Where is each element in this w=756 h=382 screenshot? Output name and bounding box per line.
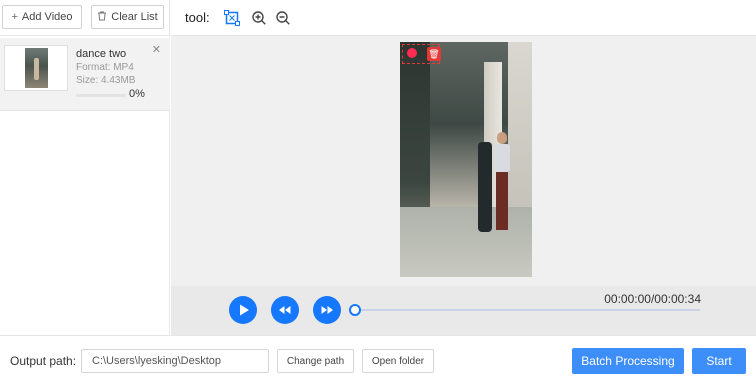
video-scene-person-back	[478, 142, 492, 232]
seek-bar[interactable]	[353, 309, 700, 311]
file-list-item[interactable]: dance two Format: MP4 Size: 4.43MB ✕ 0%	[0, 38, 170, 111]
seek-handle[interactable]	[349, 304, 361, 316]
person-shirt	[494, 144, 510, 172]
open-folder-button[interactable]: Open folder	[362, 349, 434, 373]
thumbnail-image	[25, 48, 48, 88]
clear-list-label: Clear List	[111, 11, 158, 23]
start-button[interactable]: Start	[692, 348, 746, 374]
file-progress-bar	[76, 94, 126, 97]
file-progress-text: 0%	[129, 88, 145, 100]
rewind-button[interactable]	[271, 296, 299, 324]
video-scene-floor	[400, 207, 532, 277]
rewind-icon	[279, 306, 291, 314]
fast-forward-icon	[321, 306, 333, 314]
tool-label: tool:	[185, 10, 210, 25]
play-button[interactable]	[229, 296, 257, 324]
clear-list-button[interactable]: Clear List	[91, 5, 164, 29]
watermark-selection-box[interactable]: 🗑	[402, 44, 441, 64]
output-bar: Output path: Change path Open folder Bat…	[0, 335, 756, 382]
delete-selection-icon[interactable]: 🗑	[427, 47, 441, 61]
output-path-input[interactable]	[81, 349, 269, 373]
fast-forward-button[interactable]	[313, 296, 341, 324]
tiktok-logo-icon	[407, 48, 417, 58]
person-legs	[496, 172, 508, 230]
output-path-label: Output path:	[10, 354, 77, 368]
video-frame[interactable]: 🗑	[400, 42, 532, 277]
player-controls: 00:00:00/00:00:34	[171, 286, 756, 335]
add-video-button[interactable]: + Add Video	[2, 5, 82, 29]
file-list-toolbar: + Add Video Clear List	[0, 0, 170, 36]
zoom-in-icon[interactable]	[251, 10, 267, 26]
tool-bar: tool:	[171, 0, 756, 36]
select-region-icon[interactable]	[224, 10, 240, 26]
person-head	[497, 132, 507, 144]
plus-icon: +	[11, 10, 18, 23]
batch-processing-button[interactable]: Batch Processing	[572, 348, 684, 374]
playback-time: 00:00:00/00:00:34	[604, 292, 701, 306]
file-name: dance two	[76, 48, 127, 60]
trash-icon	[97, 11, 107, 24]
video-thumbnail	[4, 45, 68, 91]
file-size: Size: 4.43MB	[76, 75, 136, 86]
remove-file-icon[interactable]: ✕	[152, 43, 161, 56]
zoom-out-icon[interactable]	[275, 10, 291, 26]
play-icon	[240, 304, 249, 316]
file-format: Format: MP4	[76, 62, 134, 73]
file-list-panel: + Add Video Clear List dance two Format:…	[0, 0, 170, 335]
add-video-label: Add Video	[21, 11, 73, 23]
video-scene-person	[492, 132, 512, 232]
change-path-button[interactable]: Change path	[277, 349, 354, 373]
video-preview-area: 🗑	[171, 36, 756, 286]
